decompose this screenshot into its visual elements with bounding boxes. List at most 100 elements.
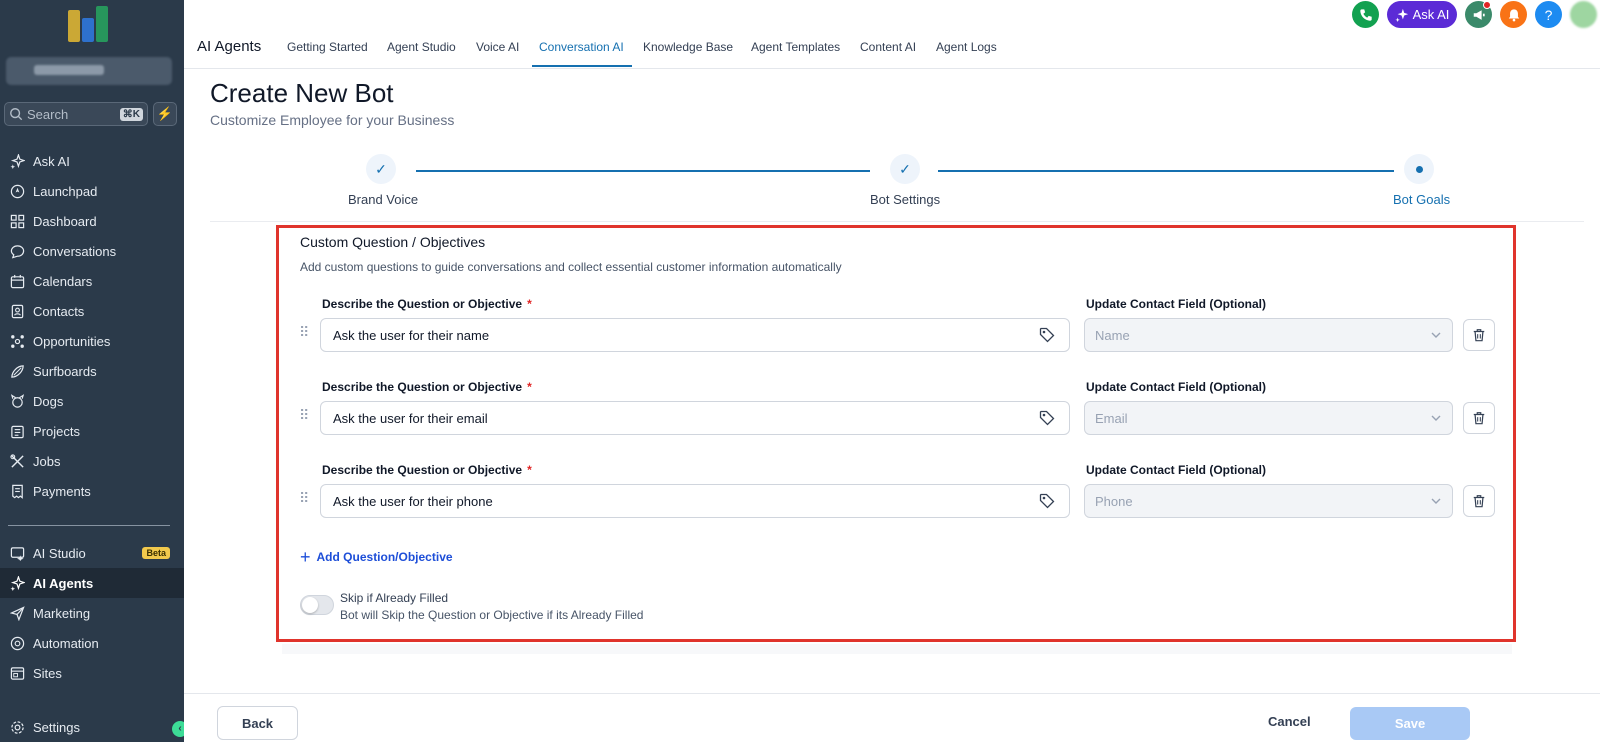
opportunities-icon	[9, 333, 25, 349]
sidebar-item-ask-ai[interactable]: Ask AI	[0, 146, 184, 176]
search-placeholder: Search	[27, 106, 69, 122]
tab-agent-logs[interactable]: Agent Logs	[936, 40, 997, 54]
tag-icon[interactable]	[1039, 410, 1055, 426]
search-shortcut: ⌘K	[119, 107, 143, 121]
required-asterisk: *	[527, 380, 532, 394]
contact-field-label: Update Contact Field (Optional)	[1086, 380, 1266, 394]
sidebar-item-settings[interactable]: Settings	[0, 712, 184, 742]
sidebar-item-contacts[interactable]: Contacts	[0, 296, 184, 326]
account-switcher[interactable]	[6, 57, 172, 85]
sidebar-item-label: AI Studio	[33, 545, 86, 561]
phone-icon	[1359, 8, 1372, 21]
bell-icon	[1508, 8, 1519, 21]
panel-bottom-edge	[282, 644, 1512, 654]
rocket-icon	[9, 183, 25, 199]
tab-knowledge-base[interactable]: Knowledge Base	[643, 40, 733, 54]
tab-conversation-ai[interactable]: Conversation AI	[539, 40, 624, 54]
sidebar-item-label: Conversations	[33, 243, 117, 259]
tab-voice-ai[interactable]: Voice AI	[476, 40, 519, 54]
avatar[interactable]	[1570, 1, 1597, 28]
tab-content-ai[interactable]: Content AI	[860, 40, 916, 54]
question-input[interactable]: Ask the user for their name	[320, 318, 1070, 352]
question-input-value: Ask the user for their phone	[333, 493, 493, 509]
delete-button[interactable]	[1463, 485, 1495, 517]
drag-handle-icon[interactable]: ⠿	[299, 325, 309, 339]
tag-icon[interactable]	[1039, 493, 1055, 509]
sidebar-item-opportunities[interactable]: Opportunities	[0, 326, 184, 356]
sidebar-item-label: Projects	[33, 423, 80, 439]
sidebar-item-jobs[interactable]: Jobs	[0, 446, 184, 476]
sparkle-icon	[9, 153, 25, 169]
notifications-button[interactable]	[1500, 1, 1527, 28]
step-label-bot-goals[interactable]: Bot Goals	[1393, 192, 1450, 207]
contact-field-value: Email	[1095, 410, 1128, 426]
delete-button[interactable]	[1463, 319, 1495, 351]
sidebar-item-dogs[interactable]: Dogs	[0, 386, 184, 416]
contact-field-value: Name	[1095, 327, 1130, 343]
drag-handle-icon[interactable]: ⠿	[299, 491, 309, 505]
contacts-icon	[9, 303, 25, 319]
add-question-label: Add Question/Objective	[316, 550, 453, 564]
section-title: Custom Question / Objectives	[300, 234, 486, 250]
save-button[interactable]: Save	[1350, 707, 1470, 740]
sidebar-item-label: Sites	[33, 665, 62, 681]
step-label-bot-settings[interactable]: Bot Settings	[870, 192, 940, 207]
sidebar-item-surfboards[interactable]: Surfboards	[0, 356, 184, 386]
active-tab-indicator	[532, 65, 632, 67]
beta-badge: Beta	[142, 547, 170, 559]
step-3-current-icon	[1404, 154, 1434, 184]
question-label: Describe the Question or Objective *	[322, 463, 532, 477]
sidebar-item-sites[interactable]: Sites	[0, 658, 184, 688]
question-label: Describe the Question or Objective *	[322, 380, 532, 394]
sidebar-item-ai-agents[interactable]: AI Agents	[0, 568, 184, 598]
trash-icon	[1473, 412, 1485, 425]
sidebar-item-label: Surfboards	[33, 363, 97, 379]
skip-if-filled-toggle[interactable]	[300, 595, 334, 615]
sites-icon	[9, 665, 25, 681]
ask-ai-button[interactable]: Ask AI	[1387, 1, 1457, 28]
plus-icon: +	[300, 547, 311, 567]
page-subtitle: Customize Employee for your Business	[210, 112, 455, 128]
contact-field-select[interactable]: Phone	[1084, 484, 1453, 518]
quick-action-bolt-icon[interactable]: ⚡	[153, 102, 177, 126]
ask-ai-label: Ask AI	[1412, 7, 1450, 22]
sidebar-item-conversations[interactable]: Conversations	[0, 236, 184, 266]
trash-icon	[1473, 329, 1485, 342]
sidebar-item-calendars[interactable]: Calendars	[0, 266, 184, 296]
tab-agent-templates[interactable]: Agent Templates	[751, 40, 840, 54]
tab-agent-studio[interactable]: Agent Studio	[387, 40, 456, 54]
delete-button[interactable]	[1463, 402, 1495, 434]
sidebar-item-label: Jobs	[33, 453, 61, 469]
search-icon	[10, 108, 23, 121]
sidebar-item-label: Payments	[33, 483, 91, 499]
contact-field-select[interactable]: Email	[1084, 401, 1453, 435]
add-question-button[interactable]: + Add Question/Objective	[300, 547, 453, 567]
required-asterisk: *	[527, 463, 532, 477]
sidebar-item-ai-studio[interactable]: AI Studio Beta	[0, 538, 184, 568]
sidebar-item-dashboard[interactable]: Dashboard	[0, 206, 184, 236]
receipt-icon	[9, 483, 25, 499]
chevron-down-icon	[1431, 498, 1441, 504]
tools-icon	[9, 453, 25, 469]
question-input[interactable]: Ask the user for their phone	[320, 484, 1070, 518]
tab-getting-started[interactable]: Getting Started	[287, 40, 368, 54]
question-input[interactable]: Ask the user for their email	[320, 401, 1070, 435]
help-button[interactable]: ?	[1535, 1, 1562, 28]
sidebar-item-launchpad[interactable]: Launchpad	[0, 176, 184, 206]
cancel-button[interactable]: Cancel	[1268, 714, 1311, 729]
sidebar-item-marketing[interactable]: Marketing	[0, 598, 184, 628]
announcements-button[interactable]	[1465, 1, 1492, 28]
back-button[interactable]: Back	[217, 706, 298, 740]
phone-button[interactable]	[1352, 1, 1379, 28]
sidebar-item-projects[interactable]: Projects	[0, 416, 184, 446]
step-label-brand-voice[interactable]: Brand Voice	[348, 192, 418, 207]
search-input[interactable]: Search ⌘K	[4, 102, 148, 126]
surfboard-icon	[9, 363, 25, 379]
sidebar-item-label: AI Agents	[33, 575, 94, 591]
drag-handle-icon[interactable]: ⠿	[299, 408, 309, 422]
contact-field-select[interactable]: Name	[1084, 318, 1453, 352]
tag-icon[interactable]	[1039, 327, 1055, 343]
app-logo[interactable]	[66, 4, 110, 44]
sidebar-item-payments[interactable]: Payments	[0, 476, 184, 506]
sidebar-item-automation[interactable]: Automation	[0, 628, 184, 658]
